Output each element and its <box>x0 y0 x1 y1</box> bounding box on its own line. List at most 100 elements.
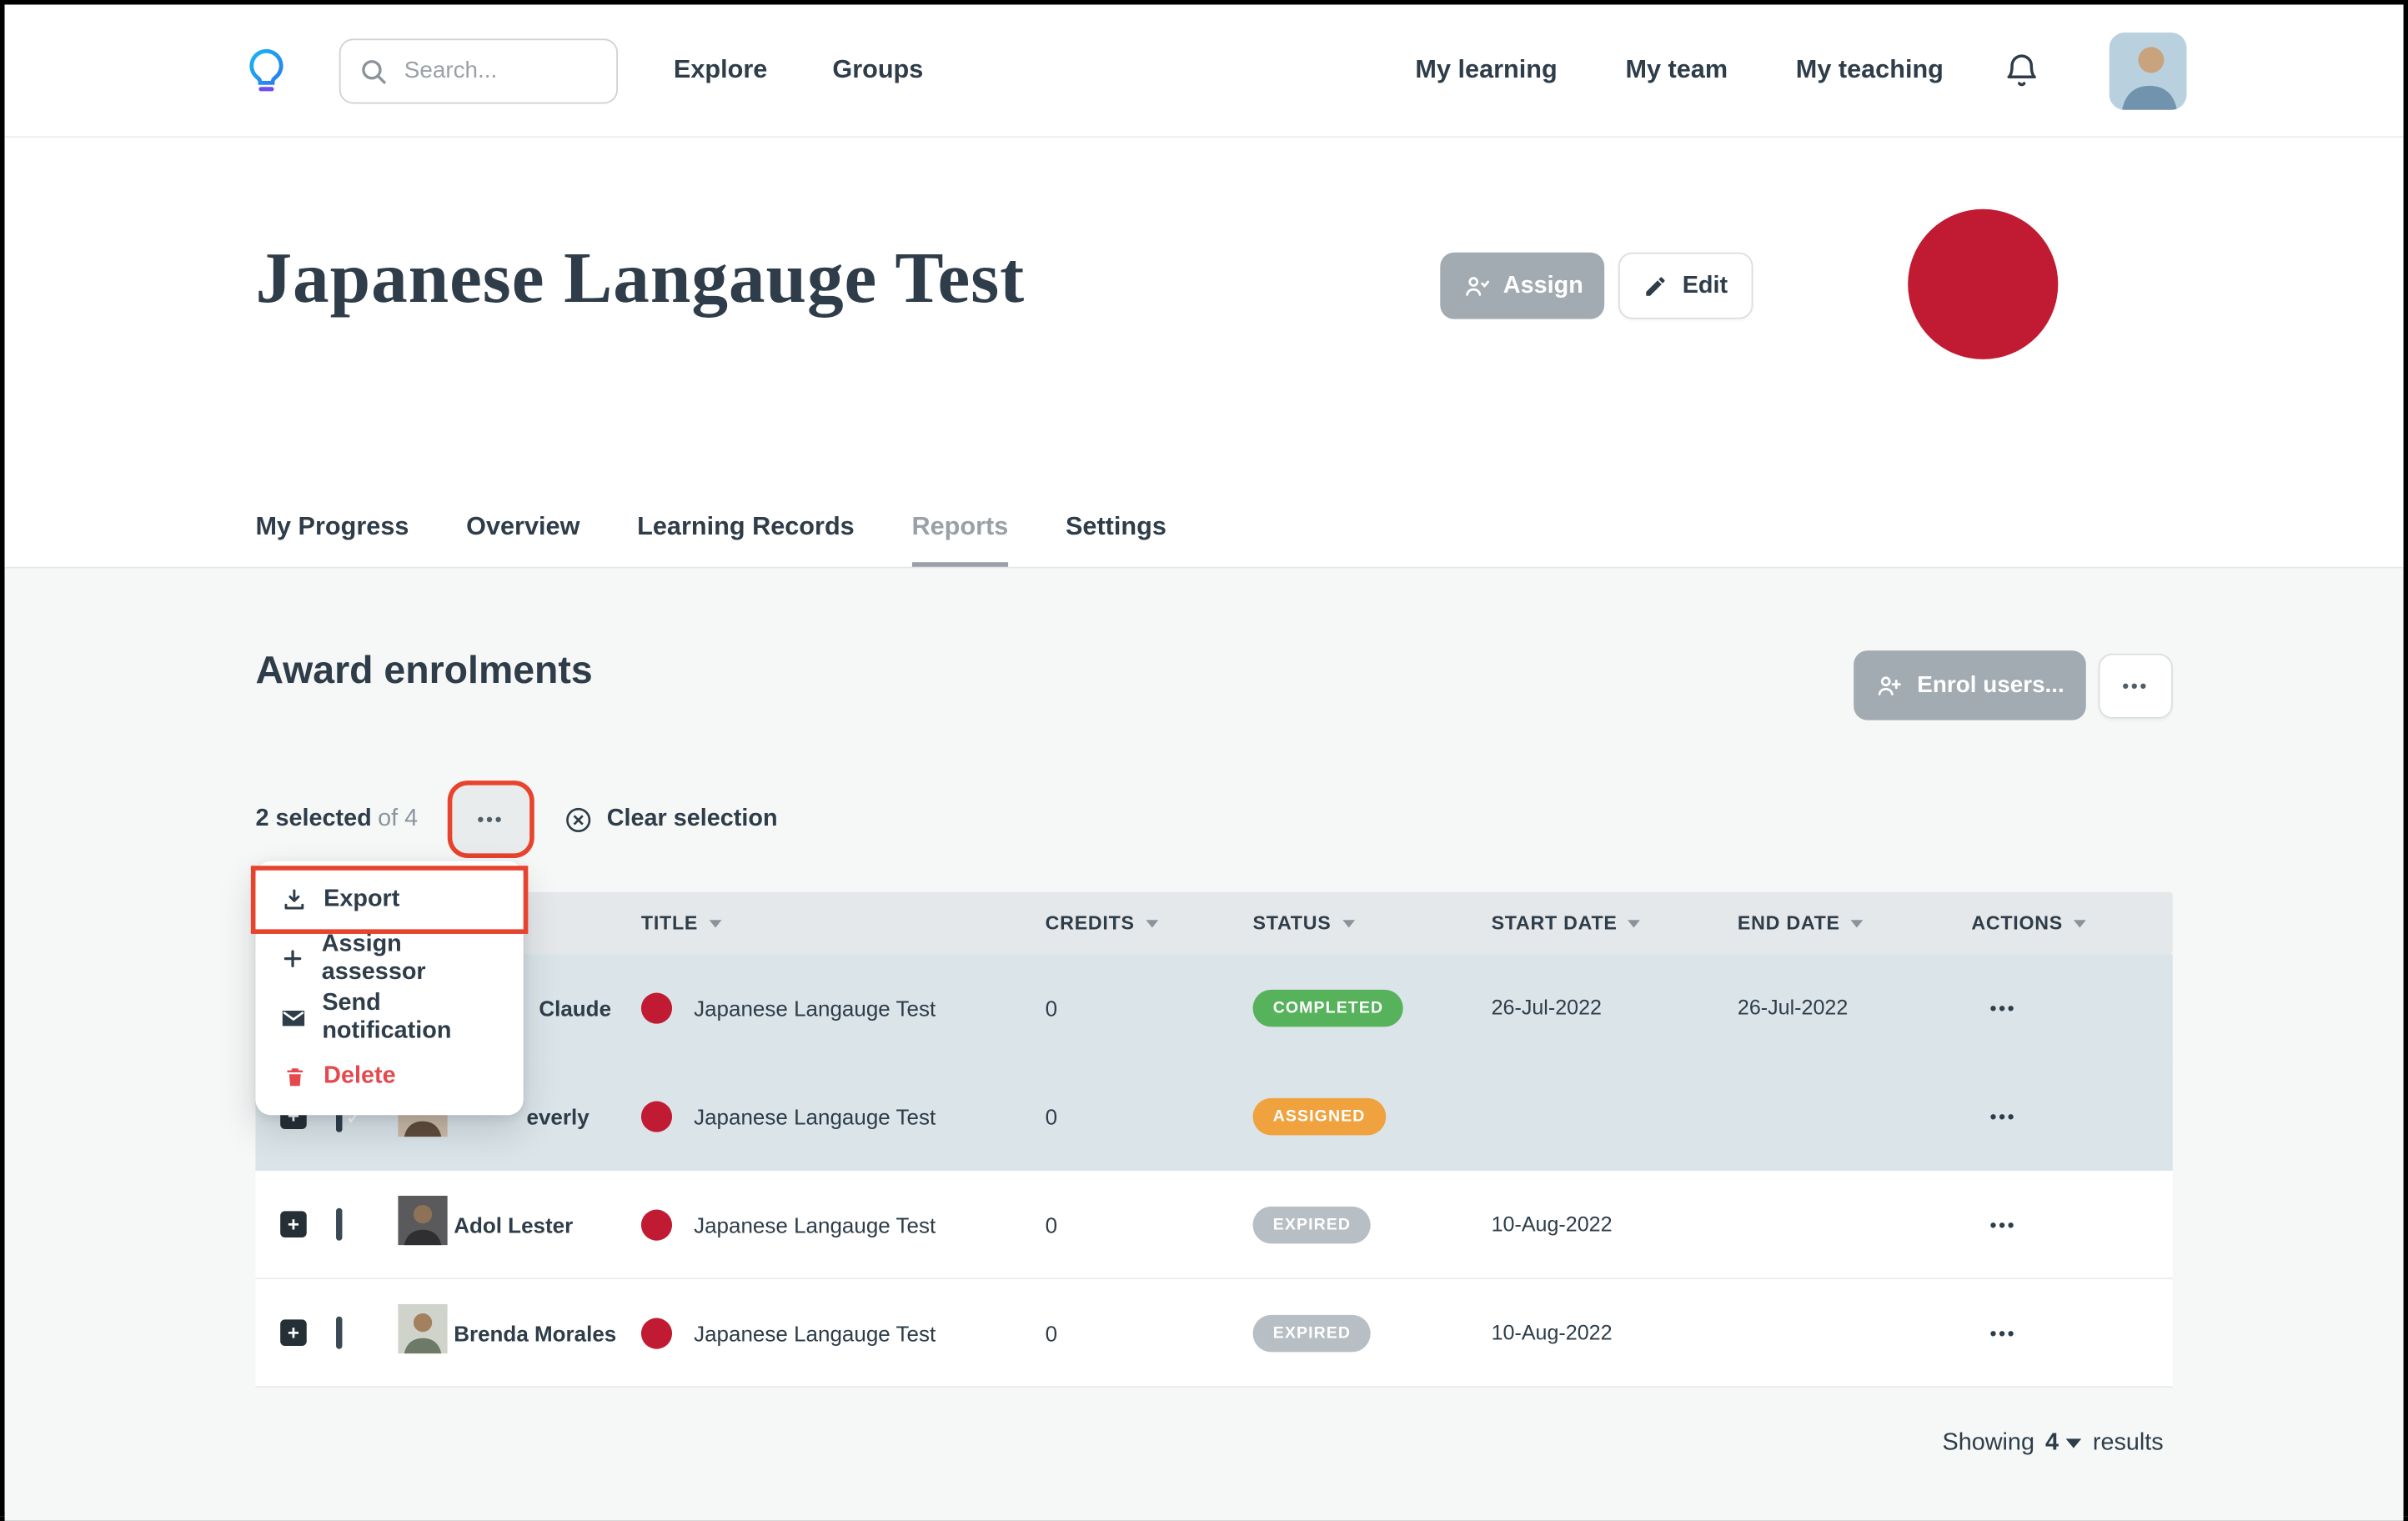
assign-label: Assign <box>1503 272 1583 299</box>
sort-caret-icon <box>709 919 721 926</box>
sort-caret-icon <box>1628 919 1641 926</box>
plus-icon <box>280 946 306 971</box>
assign-button[interactable]: Assign <box>1440 253 1604 319</box>
column-header-title[interactable]: TITLE <box>641 912 1046 934</box>
tab-my-progress[interactable]: My Progress <box>255 513 409 567</box>
more-icon: ••• <box>1990 1322 2017 1343</box>
selection-bar: 2 selectedof 4 ••• Clear selection <box>255 784 777 855</box>
pencil-icon <box>1643 274 1668 299</box>
showing-label: Showing <box>1943 1429 2034 1457</box>
menu-item-assign-assessor[interactable]: Assign assessor <box>255 929 523 988</box>
menu-item-delete[interactable]: Delete <box>255 1047 523 1107</box>
user-avatar[interactable] <box>2110 32 2187 109</box>
nav-my-teaching[interactable]: My teaching <box>1796 56 1944 85</box>
enrol-users-label: Enrol users... <box>1917 672 2064 699</box>
nav-my-learning[interactable]: My learning <box>1415 56 1557 85</box>
sort-caret-icon <box>2074 919 2086 926</box>
page-more-options-button[interactable]: ••• <box>2099 654 2173 719</box>
column-header-start-date[interactable]: START DATE <box>1492 912 1738 934</box>
tab-overview[interactable]: Overview <box>466 513 579 567</box>
results-footer: Showing 4 results <box>1943 1429 2164 1457</box>
tab-learning-records[interactable]: Learning Records <box>637 513 855 567</box>
avatar <box>398 1117 447 1143</box>
menu-item-export[interactable]: Export <box>255 871 523 930</box>
search-box[interactable] <box>339 38 618 103</box>
nav-explore[interactable]: Explore <box>674 56 767 85</box>
expand-row-icon[interactable]: + <box>280 1319 307 1346</box>
row-actions-button[interactable]: ••• <box>1971 993 2172 1021</box>
column-header-credits[interactable]: CREDITS <box>1046 912 1253 934</box>
search-input[interactable] <box>401 56 593 85</box>
course-thumb-red-circle <box>641 1209 672 1240</box>
course-title: Japanese Langauge Test <box>694 1103 936 1128</box>
lightbulb-logo-icon[interactable] <box>240 44 293 97</box>
course-title: Japanese Langauge Test <box>694 995 936 1020</box>
enrol-users-button[interactable]: Enrol users... <box>1854 650 2086 720</box>
more-icon: ••• <box>1990 1105 2017 1127</box>
edit-label: Edit <box>1683 272 1728 299</box>
content-area: Award enrolments Enrol users... ••• 2 se… <box>5 569 2404 1521</box>
status-badge: EXPIRED <box>1253 1206 1372 1243</box>
column-header-status[interactable]: STATUS <box>1253 912 1492 934</box>
credits-value: 0 <box>1046 1212 1253 1237</box>
download-icon <box>280 887 308 912</box>
row-actions-button[interactable]: ••• <box>1971 1318 2172 1346</box>
person-icon <box>1462 272 1489 299</box>
page-header: Japanese Langauge Test Assign Edit <box>5 138 2404 497</box>
sort-caret-icon <box>1851 919 1864 926</box>
course-thumb-red-circle <box>641 1101 672 1132</box>
status-badge: ASSIGNED <box>1253 1097 1386 1135</box>
menu-item-label: Delete <box>324 1062 395 1090</box>
more-icon: ••• <box>1990 1213 2017 1235</box>
selection-more-options-button[interactable]: ••• <box>452 786 529 854</box>
envelope-icon <box>280 1004 307 1031</box>
edit-button[interactable]: Edit <box>1618 253 1753 319</box>
more-icon: ••• <box>2122 677 2149 695</box>
start-date: 10-Aug-2022 <box>1492 1321 1738 1344</box>
table-header-row: TITLE CREDITS STATUS START DATE END DATE… <box>255 892 2172 954</box>
bulk-actions-menu: Export Assign assessor Send notification… <box>255 861 523 1116</box>
table-row[interactable]: + everly Japanese Langauge Test 0 ASSIGN… <box>255 1062 2172 1171</box>
row-actions-button[interactable]: ••• <box>1971 1210 2172 1237</box>
status-badge: COMPLETED <box>1253 989 1404 1027</box>
table-row[interactable]: + Brenda Morales Japanese Langauge Test … <box>255 1279 2172 1388</box>
clear-selection-button[interactable]: Clear selection <box>564 805 778 834</box>
sort-caret-icon <box>1342 919 1354 926</box>
row-checkbox[interactable] <box>336 1316 342 1348</box>
row-checkbox[interactable] <box>336 1207 342 1240</box>
nav-my-team[interactable]: My team <box>1625 56 1728 85</box>
app-window: Explore Groups My learning My team My te… <box>0 0 2408 1516</box>
tab-reports[interactable]: Reports <box>911 513 1008 567</box>
caret-down-icon <box>2066 1438 2082 1448</box>
enrollee-name: Brenda Morales <box>454 1320 641 1345</box>
avatar <box>398 1333 447 1360</box>
credits-value: 0 <box>1046 1103 1253 1128</box>
column-header-end-date[interactable]: END DATE <box>1738 912 1971 934</box>
trash-icon <box>280 1065 308 1088</box>
start-date: 26-Jul-2022 <box>1492 996 1738 1019</box>
person-plus-icon <box>1875 671 1903 699</box>
column-header-actions[interactable]: ACTIONS <box>1971 912 2172 934</box>
credits-value: 0 <box>1046 1320 1253 1345</box>
clear-selection-label: Clear selection <box>607 806 778 833</box>
more-icon: ••• <box>478 810 504 828</box>
avatar <box>398 1225 447 1252</box>
menu-item-label: Assign assessor <box>322 931 499 986</box>
expand-row-icon[interactable]: + <box>280 1211 307 1237</box>
table-row[interactable]: + Adol Lester Japanese Langauge Test 0 E… <box>255 1171 2172 1279</box>
search-icon <box>359 57 387 84</box>
credits-value: 0 <box>1046 995 1253 1020</box>
results-count-dropdown[interactable]: 4 <box>2045 1429 2082 1457</box>
page-title: Japanese Langauge Test <box>255 237 1025 320</box>
menu-item-send-notification[interactable]: Send notification <box>255 988 523 1047</box>
notifications-bell-icon[interactable] <box>2002 51 2040 89</box>
enrolments-table: TITLE CREDITS STATUS START DATE END DATE… <box>255 892 2172 1388</box>
more-icon: ••• <box>1990 996 2017 1018</box>
selection-count: 2 selectedof 4 <box>255 806 418 833</box>
menu-item-label: Send notification <box>322 990 499 1046</box>
tab-settings[interactable]: Settings <box>1066 513 1166 567</box>
nav-groups[interactable]: Groups <box>832 56 923 85</box>
row-actions-button[interactable]: ••• <box>1971 1102 2172 1129</box>
table-row[interactable]: + Claude Japanese Langauge Test 0 COMPLE… <box>255 954 2172 1062</box>
course-title: Japanese Langauge Test <box>694 1320 936 1345</box>
